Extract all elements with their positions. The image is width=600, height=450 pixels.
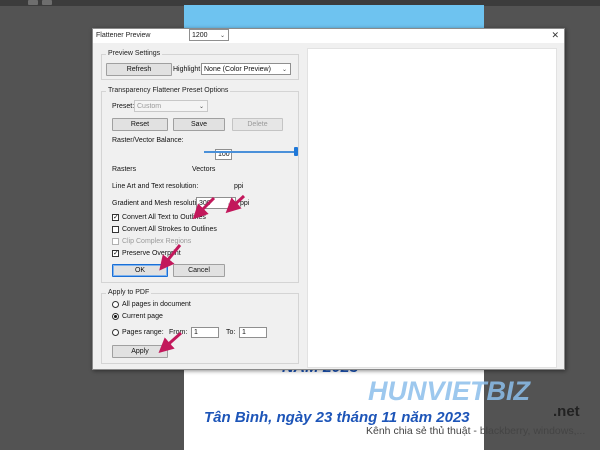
convert-text-checkbox[interactable]: ✓ Convert All Text to Outlines	[112, 214, 206, 221]
checkbox-box	[112, 226, 119, 233]
watermark-logo: HUNVIETBIZ	[368, 376, 530, 406]
reset-button[interactable]: Reset	[112, 118, 168, 131]
refresh-button[interactable]: Refresh	[106, 63, 172, 76]
preserve-overprint-checkbox[interactable]: ✓ Preserve Overprint	[112, 250, 181, 257]
preview-settings-legend: Preview Settings	[106, 50, 163, 57]
highlight-select[interactable]: None (Color Preview) ⌄	[201, 63, 291, 75]
preview-pane	[307, 48, 557, 368]
radio-dot	[112, 313, 119, 320]
watermark-domain: .net	[553, 403, 580, 420]
to-label: To:	[226, 329, 236, 336]
dialog-title: Flattener Preview	[96, 32, 151, 39]
chevron-down-icon: ⌄	[281, 66, 288, 73]
vectors-label: Vectors	[192, 166, 216, 173]
clip-complex-regions-checkbox[interactable]: Clip Complex Regions	[112, 238, 191, 245]
chevron-down-icon: ⌄	[198, 103, 205, 110]
balance-label: Raster/Vector Balance:	[112, 137, 184, 144]
dialog-titlebar: Flattener Preview ✕	[93, 29, 564, 43]
apply-button[interactable]: Apply	[112, 345, 168, 358]
radio-dot	[112, 301, 119, 308]
checkbox-box: ✓	[112, 214, 119, 221]
preset-options-legend: Transparency Flattener Preset Options	[106, 87, 231, 94]
line-art-unit: ppi	[234, 183, 244, 190]
flattener-preview-dialog: Flattener Preview ✕ Preview Settings Ref…	[92, 28, 565, 370]
toolbar-icon[interactable]	[42, 0, 52, 5]
preset-label: Preset:	[112, 103, 135, 110]
line-art-resolution-label: Line Art and Text resolution:	[112, 183, 199, 190]
balance-slider-track[interactable]	[204, 151, 296, 153]
checkbox-box	[112, 238, 119, 245]
gradient-resolution-label: Gradient and Mesh resolution:	[112, 200, 206, 207]
gradient-resolution-select[interactable]: 300 ⌄	[196, 197, 236, 209]
ok-button[interactable]: OK	[112, 264, 168, 277]
radio-all-pages[interactable]: All pages in document	[112, 301, 191, 308]
delete-button[interactable]: Delete	[232, 118, 283, 131]
checkbox-box: ✓	[112, 250, 119, 257]
convert-strokes-checkbox[interactable]: Convert All Strokes to Outlines	[112, 226, 217, 233]
radio-dot	[112, 329, 119, 336]
watermark-tagline: Kênh chia sẻ thủ thuật - blackberry, win…	[366, 425, 586, 437]
page-to-field[interactable]: 1	[239, 327, 267, 338]
rasters-label: Rasters	[112, 166, 137, 173]
toolbar-icon[interactable]	[28, 0, 38, 5]
page-from-field[interactable]: 1	[191, 327, 219, 338]
radio-current-page[interactable]: Current page	[112, 313, 163, 320]
highlight-label: Highlight	[173, 66, 201, 73]
from-label: From:	[169, 329, 188, 336]
chevron-down-icon: ⌄	[226, 200, 233, 207]
line-art-resolution-select[interactable]: 1200 ⌄	[189, 29, 229, 41]
preset-select[interactable]: Custom ⌄	[134, 100, 208, 112]
save-button[interactable]: Save	[173, 118, 225, 131]
gradient-unit: ppi	[240, 200, 250, 207]
cancel-button[interactable]: Cancel	[173, 264, 225, 277]
document-date-line: Tân Bình, ngày 23 tháng 11 năm 2023	[204, 409, 470, 426]
balance-slider-fill	[204, 151, 296, 153]
chevron-down-icon: ⌄	[219, 32, 226, 39]
apply-to-pdf-legend: Apply to PDF	[106, 289, 152, 296]
close-icon[interactable]: ✕	[551, 30, 559, 41]
balance-slider-thumb[interactable]	[294, 147, 298, 156]
radio-pages-range[interactable]: Pages range:	[112, 329, 164, 336]
